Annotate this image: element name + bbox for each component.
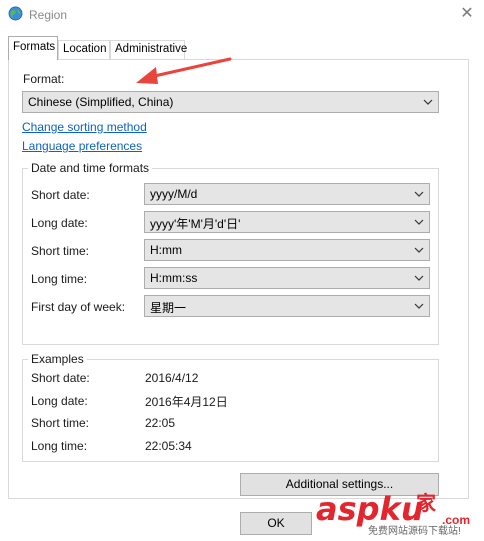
chevron-down-icon xyxy=(414,247,424,253)
long-time-label: Long time: xyxy=(31,272,88,286)
format-label: Format: xyxy=(23,72,65,86)
globe-icon xyxy=(8,6,23,21)
example-long-time-value: 22:05:34 xyxy=(145,439,192,453)
long-time-value: H:mm:ss xyxy=(150,271,198,285)
watermark-logo-text: aspku xyxy=(316,490,424,528)
short-date-label: Short date: xyxy=(31,188,90,202)
format-dropdown[interactable]: Chinese (Simplified, China) xyxy=(22,91,439,113)
short-time-dropdown[interactable]: H:mm xyxy=(144,239,430,261)
window-title: Region xyxy=(29,8,68,22)
long-date-dropdown[interactable]: yyyy'年'M'月'd'日' xyxy=(144,211,430,233)
watermark-domain: .com xyxy=(442,513,470,527)
example-long-time-label: Long time: xyxy=(31,439,88,453)
chevron-down-icon xyxy=(414,275,424,281)
change-sorting-link[interactable]: Change sorting method xyxy=(22,120,147,134)
short-date-dropdown[interactable]: yyyy/M/d xyxy=(144,183,430,205)
date-time-formats-title: Date and time formats xyxy=(28,161,153,175)
short-date-value: yyyy/M/d xyxy=(150,187,198,201)
short-time-value: H:mm xyxy=(150,243,182,257)
chevron-down-icon xyxy=(414,191,424,197)
title-bar: Region ✕ xyxy=(0,0,484,30)
example-short-time-label: Short time: xyxy=(31,416,90,430)
example-long-date-value: 2016年4月12日 xyxy=(145,395,228,409)
example-long-date-label: Long date: xyxy=(31,394,88,408)
chevron-down-icon xyxy=(414,303,424,309)
example-short-date-value: 2016/4/12 xyxy=(145,371,199,385)
example-short-date-label: Short date: xyxy=(31,371,90,385)
watermark-tagline: 免费网站源码下载站! xyxy=(368,524,461,537)
first-day-of-week-label: First day of week: xyxy=(31,300,126,314)
tab-formats[interactable]: Formats xyxy=(8,36,58,60)
example-short-time-value: 22:05 xyxy=(145,416,176,430)
first-day-of-week-dropdown[interactable]: 星期一 xyxy=(144,295,430,317)
watermark-logo-suffix: 家 xyxy=(416,491,437,515)
long-time-dropdown[interactable]: H:mm:ss xyxy=(144,267,430,289)
tab-location[interactable]: Location xyxy=(58,40,110,59)
short-time-label: Short time: xyxy=(31,244,90,258)
format-selected-value: Chinese (Simplified, China) xyxy=(28,95,174,109)
ok-button[interactable]: OK xyxy=(240,512,312,535)
chevron-down-icon xyxy=(414,219,424,225)
aspku-watermark-logo: aspku 家 .com 免费网站源码下载站! xyxy=(316,490,470,537)
first-day-of-week-value: 星期一 xyxy=(150,301,187,315)
long-date-label: Long date: xyxy=(31,216,88,230)
language-preferences-link[interactable]: Language preferences xyxy=(22,139,142,153)
long-date-value: yyyy'年'M'月'd'日' xyxy=(150,217,241,231)
tab-administrative[interactable]: Administrative xyxy=(110,40,187,59)
close-icon[interactable]: ✕ xyxy=(455,3,479,25)
examples-title: Examples xyxy=(28,352,87,366)
chevron-down-icon xyxy=(423,99,433,105)
